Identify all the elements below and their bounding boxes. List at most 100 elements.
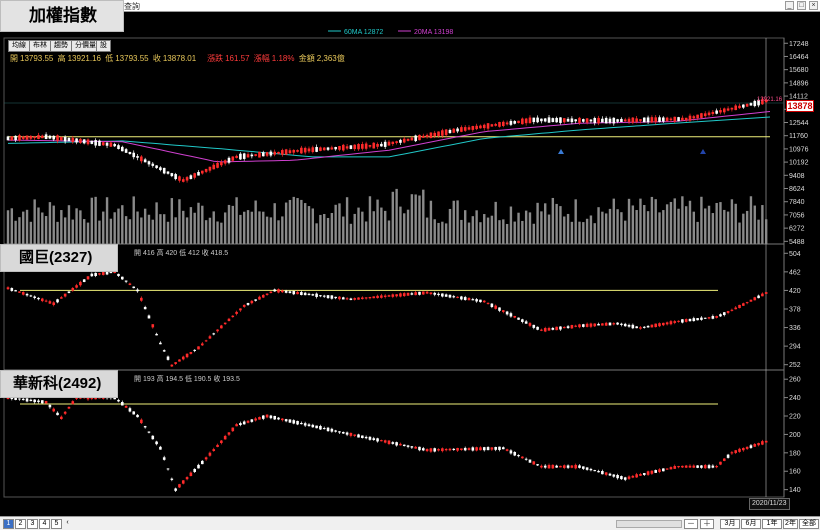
- candle-body: [665, 117, 669, 122]
- minimize-button[interactable]: _: [785, 1, 794, 10]
- candle-body: [246, 154, 250, 158]
- volume-bar: [41, 212, 44, 244]
- page-4-button[interactable]: 4: [39, 519, 50, 529]
- volume-bar: [513, 221, 516, 244]
- candle-body: [406, 138, 410, 141]
- candle-body: [528, 323, 532, 326]
- volume-bar: [33, 199, 36, 244]
- candle-body: [589, 119, 593, 122]
- volume-bar: [456, 200, 459, 244]
- candle-body: [391, 442, 395, 444]
- candle-body: [574, 119, 577, 122]
- candle-body: [410, 446, 414, 448]
- candle-body: [284, 290, 288, 293]
- settings-button[interactable]: 設: [96, 40, 111, 52]
- candle-body: [654, 117, 657, 123]
- candle-body: [284, 149, 288, 155]
- chart-canvas[interactable]: 1724816464156801489614112133281254411760…: [0, 0, 820, 530]
- page-5-button[interactable]: 5: [51, 519, 62, 529]
- bollinger-button[interactable]: 布林: [29, 40, 51, 52]
- prev-arrow-icon[interactable]: ‹: [62, 519, 73, 529]
- candle-body: [654, 470, 657, 473]
- candle-body: [208, 166, 212, 171]
- volume-bar: [521, 220, 524, 244]
- candle-body: [688, 318, 692, 322]
- candle-body: [372, 296, 376, 299]
- zoom-out-icon[interactable]: －: [684, 519, 698, 529]
- candle-body: [528, 117, 532, 124]
- candle-body: [387, 440, 391, 444]
- candle-body: [471, 299, 475, 301]
- trend-button[interactable]: 趨勢: [50, 40, 72, 52]
- candle-body: [281, 150, 284, 155]
- period-1y-button[interactable]: 1年: [762, 519, 782, 529]
- ma-button[interactable]: 均線: [8, 40, 30, 52]
- candle-body: [555, 465, 558, 468]
- candle-body: [383, 141, 387, 147]
- candle-body: [128, 283, 132, 285]
- zoom-in-icon[interactable]: ＋: [700, 519, 714, 529]
- candle-body: [322, 295, 326, 297]
- volume-bar: [437, 222, 440, 244]
- candle-body: [281, 418, 284, 421]
- candle-body: [528, 459, 532, 463]
- volume-bar: [700, 196, 703, 244]
- candle-body: [159, 167, 162, 171]
- candle-body: [486, 302, 490, 304]
- candle-body: [601, 323, 604, 326]
- candle-body: [361, 435, 364, 439]
- page-1-button[interactable]: 1: [3, 519, 14, 529]
- y-axis-tick-label: 336: [789, 325, 801, 332]
- maximize-button[interactable]: □: [797, 1, 806, 10]
- y-axis-tick-label: 17248: [789, 41, 809, 48]
- candle-body: [334, 147, 337, 150]
- candle-body: [216, 329, 219, 332]
- candle-body: [121, 146, 124, 152]
- candle-body: [745, 446, 749, 449]
- candle-body: [494, 124, 497, 126]
- chart-scrollbar[interactable]: [616, 520, 682, 528]
- candle-body: [700, 113, 703, 118]
- period-3m-button[interactable]: 3月: [720, 519, 740, 529]
- volume-bar: [357, 207, 360, 244]
- candle-body: [315, 146, 318, 152]
- candle-body: [273, 151, 276, 155]
- candle-body: [223, 322, 227, 325]
- candle-body: [185, 177, 189, 181]
- candle-body: [67, 137, 71, 142]
- candle-body: [235, 311, 238, 314]
- close-button[interactable]: ×: [809, 1, 818, 10]
- period-2y-button[interactable]: 2年: [783, 519, 798, 529]
- volume-bar: [201, 205, 204, 244]
- candle-body: [300, 292, 303, 296]
- open-value: 13793.55: [20, 54, 54, 63]
- candle-body: [414, 446, 417, 449]
- page-2-button[interactable]: 2: [15, 519, 26, 529]
- candle-body: [753, 297, 757, 301]
- period-6m-button[interactable]: 6月: [741, 519, 761, 529]
- candle-body: [82, 279, 86, 283]
- signal-marker: [700, 149, 706, 154]
- candle-body: [608, 473, 612, 476]
- query-tab[interactable]: 查詢: [124, 1, 140, 12]
- volume-bar: [170, 198, 174, 244]
- candle-body: [380, 295, 383, 298]
- candle-body: [330, 428, 334, 432]
- candle-body: [201, 460, 204, 465]
- volume-bar: [551, 197, 555, 244]
- volume-bar: [483, 214, 486, 244]
- y-axis-tick-label: 9408: [789, 173, 805, 180]
- volume-bar: [83, 219, 86, 244]
- candle-body: [364, 143, 368, 149]
- candle-body: [570, 118, 574, 123]
- candle-body: [208, 452, 212, 456]
- candle-body: [460, 296, 463, 300]
- candle-body: [212, 333, 216, 335]
- candle-body: [639, 474, 642, 476]
- period-all-button[interactable]: 全部: [799, 519, 819, 529]
- candle-body: [242, 421, 246, 425]
- candle-body: [113, 143, 116, 147]
- candle-body: [631, 117, 635, 123]
- volume-bar: [372, 211, 375, 244]
- page-3-button[interactable]: 3: [27, 519, 38, 529]
